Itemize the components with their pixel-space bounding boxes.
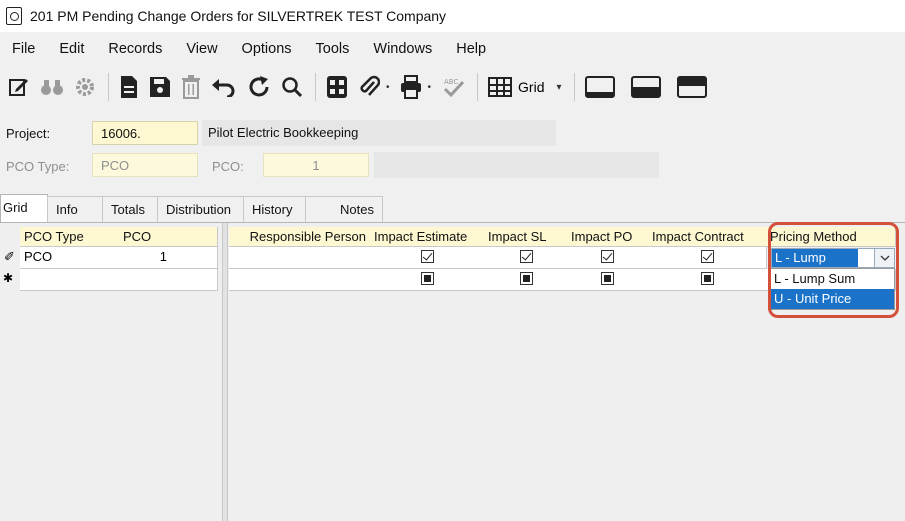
impact-sl-checkbox[interactable] [520, 250, 533, 263]
menu-tools[interactable]: Tools [304, 34, 362, 64]
attachment-icon[interactable] [358, 72, 380, 102]
pco-field[interactable]: 1 [263, 153, 369, 177]
header-pco[interactable]: PCO [119, 227, 218, 247]
settings-icon[interactable] [74, 72, 96, 102]
save-icon[interactable] [149, 72, 171, 102]
toolbar-separator [477, 73, 479, 101]
new-impact-sl-checkbox[interactable] [520, 272, 533, 285]
attachment-dropdown-arrow-icon[interactable]: • [386, 82, 390, 93]
toolbar-separator [108, 73, 109, 101]
new-impact-contract-checkbox[interactable] [701, 272, 714, 285]
impact-po-checkbox[interactable] [601, 250, 614, 263]
menu-help[interactable]: Help [444, 34, 498, 64]
tab-info[interactable]: Info [47, 196, 103, 222]
new-impact-po-checkbox[interactable] [601, 272, 614, 285]
edit-icon[interactable] [8, 72, 30, 102]
tab-history[interactable]: History [243, 196, 306, 222]
cell-new-impact-po[interactable] [567, 269, 649, 291]
cell-new-impact-sl[interactable] [484, 269, 568, 291]
header-pco-type[interactable]: PCO Type [20, 227, 120, 247]
grid-view-button[interactable]: Grid [488, 77, 544, 97]
project-description: Pilot Electric Bookkeeping [202, 120, 556, 146]
menu-file[interactable]: File [0, 34, 47, 64]
edit-row-pencil-icon: ✐ [4, 249, 15, 264]
spellcheck-icon[interactable]: ABC [441, 72, 465, 102]
cell-impact-estimate[interactable] [370, 247, 485, 269]
menu-records[interactable]: Records [96, 34, 174, 64]
annotation-highlight-box [768, 222, 899, 318]
cell-new-impact-contract[interactable] [648, 269, 767, 291]
tab-grid[interactable]: Grid [0, 194, 48, 222]
cell-new-pco[interactable] [119, 269, 218, 291]
print-dropdown-arrow-icon[interactable]: • [428, 82, 432, 93]
delete-icon[interactable] [181, 72, 201, 102]
layout-top-icon[interactable] [676, 76, 707, 98]
cell-new-responsible-person[interactable] [229, 269, 371, 291]
new-record-icon[interactable] [119, 72, 139, 102]
calculator-icon[interactable] [326, 72, 348, 102]
tab-bar: Grid Info Totals Distribution History No… [0, 194, 383, 222]
svg-text:ABC: ABC [444, 78, 458, 86]
project-field[interactable]: 16006. [92, 121, 198, 145]
window-title: 201 PM Pending Change Orders for SILVERT… [30, 8, 447, 24]
title-bar: 201 PM Pending Change Orders for SILVERT… [0, 0, 905, 32]
grid-dropdown-arrow-icon[interactable]: ▾ [556, 82, 561, 93]
tab-notes[interactable]: Notes [305, 196, 383, 222]
layout-split-icon[interactable] [630, 76, 661, 98]
cell-impact-sl[interactable] [484, 247, 568, 269]
menu-windows[interactable]: Windows [361, 34, 444, 64]
pco-type-field[interactable]: PCO [92, 153, 198, 177]
cell-pco[interactable]: 1 [119, 247, 218, 269]
tab-totals[interactable]: Totals [102, 196, 158, 222]
cell-impact-po[interactable] [567, 247, 649, 269]
search-icon[interactable] [281, 72, 303, 102]
header-impact-po[interactable]: Impact PO [567, 227, 649, 247]
toolbar-separator [573, 73, 575, 101]
pane-splitter[interactable] [222, 223, 228, 521]
cell-new-impact-estimate[interactable] [370, 269, 485, 291]
new-impact-estimate-checkbox[interactable] [421, 272, 434, 285]
grid-icon [488, 77, 513, 97]
header-impact-estimate[interactable]: Impact Estimate [370, 227, 485, 247]
cell-impact-contract[interactable] [648, 247, 767, 269]
pco-type-label: PCO Type: [6, 159, 70, 174]
undo-icon[interactable] [211, 72, 237, 102]
toolbar: • • ABC Grid ▾ [0, 66, 905, 108]
menu-edit[interactable]: Edit [47, 34, 96, 64]
binoculars-icon[interactable] [40, 72, 64, 102]
grid-view-label: Grid [518, 79, 545, 95]
print-icon[interactable] [400, 72, 422, 102]
refresh-icon[interactable] [247, 72, 271, 102]
header-impact-contract[interactable]: Impact Contract [648, 227, 767, 247]
new-row-star-icon: ✱ [3, 271, 14, 285]
impact-estimate-checkbox[interactable] [421, 250, 434, 263]
tab-distribution[interactable]: Distribution [157, 196, 244, 222]
pco-label: PCO: [212, 159, 244, 174]
cell-pco-type[interactable]: PCO [20, 247, 120, 269]
menu-view[interactable]: View [174, 34, 229, 64]
header-impact-sl[interactable]: Impact SL [484, 227, 568, 247]
layout-bottom-icon[interactable] [584, 76, 615, 98]
menu-bar: File Edit Records View Options Tools Win… [0, 34, 905, 64]
menu-options[interactable]: Options [230, 34, 304, 64]
pco-description [374, 152, 659, 178]
header-responsible-person[interactable]: Responsible Person [229, 227, 371, 247]
cell-new-pco-type[interactable] [20, 269, 120, 291]
project-label: Project: [6, 126, 51, 141]
impact-contract-checkbox[interactable] [701, 250, 714, 263]
toolbar-separator [315, 73, 316, 101]
cell-responsible-person[interactable] [229, 247, 371, 269]
app-icon [6, 7, 22, 25]
